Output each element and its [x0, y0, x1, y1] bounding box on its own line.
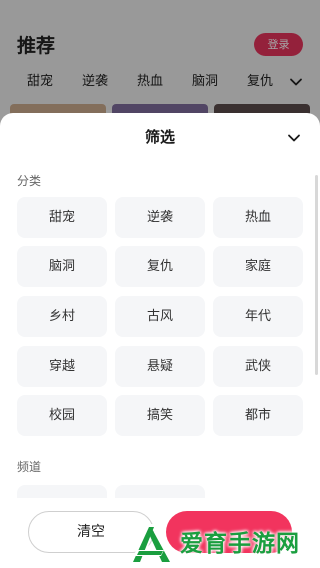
filter-chip-passion[interactable]: 热血	[213, 197, 303, 238]
category-section-label: 分类	[17, 174, 42, 188]
filter-chip-urban[interactable]: 都市	[213, 395, 303, 436]
chevron-down-icon[interactable]	[286, 130, 302, 146]
scrollbar[interactable]	[315, 175, 318, 375]
filter-chip-family[interactable]: 家庭	[213, 246, 303, 287]
filter-chip-comeback[interactable]: 逆袭	[115, 197, 205, 238]
filter-chip-wuxia[interactable]: 武侠	[213, 346, 303, 387]
filter-chip-revenge[interactable]: 复仇	[115, 246, 205, 287]
watermark: 爱育手游网	[124, 518, 320, 568]
filter-chip-brainhole[interactable]: 脑洞	[17, 246, 107, 287]
filter-chip-ancient[interactable]: 古风	[115, 296, 205, 337]
sheet-title: 筛选	[144, 128, 175, 146]
channel-section-label: 频道	[17, 460, 42, 474]
filter-chip-era[interactable]: 年代	[213, 296, 303, 337]
filter-chip-campus[interactable]: 校园	[17, 395, 107, 436]
watermark-text: 爱育手游网	[180, 531, 300, 557]
filter-chip-time-travel[interactable]: 穿越	[17, 346, 107, 387]
filter-chip-comedy[interactable]: 搞笑	[115, 395, 205, 436]
filter-chip-sweet[interactable]: 甜宠	[17, 197, 107, 238]
watermark-logo-icon	[130, 524, 170, 564]
filter-chip-rural[interactable]: 乡村	[17, 296, 107, 337]
filter-chip-mystery[interactable]: 悬疑	[115, 346, 205, 387]
filter-sheet: 筛选 分类 甜宠 逆袭 热血 脑洞 复仇 家庭 乡村 古风 年代 穿越 悬疑 武…	[0, 113, 320, 568]
